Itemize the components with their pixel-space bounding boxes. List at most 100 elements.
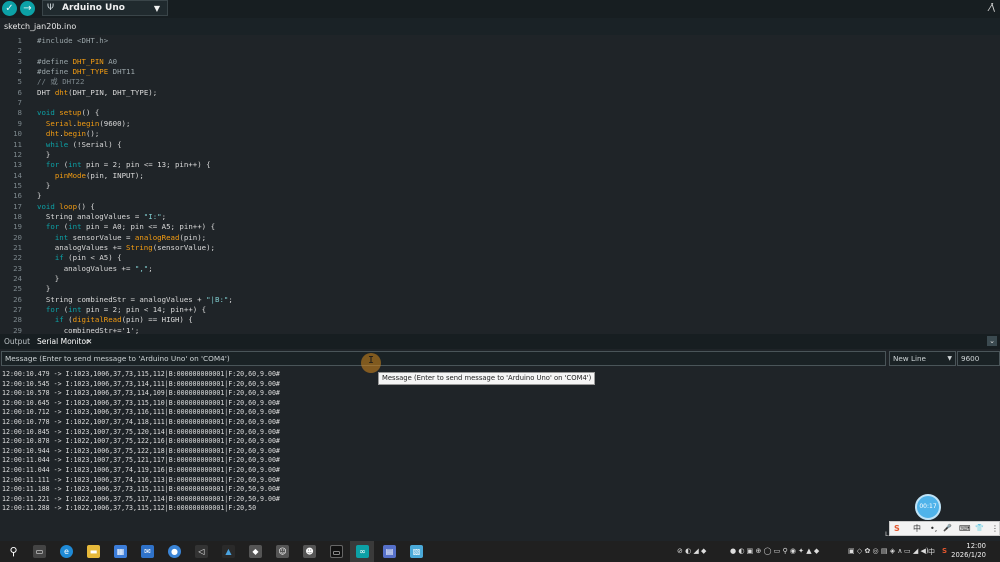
serial-message-input[interactable]: Message (Enter to send message to 'Ardui…: [1, 351, 886, 366]
code-token: (: [59, 160, 69, 170]
code-token: String analogValues =: [37, 211, 144, 221]
keyboard-icon[interactable]: ⌨: [959, 522, 971, 535]
mail-icon[interactable]: ✉: [141, 545, 154, 558]
line-number: 22: [13, 253, 22, 263]
chevron-double-down-icon[interactable]: ⌄: [987, 336, 997, 346]
line-ending-select[interactable]: New Line ▼: [889, 351, 956, 366]
usb-icon: Ψ: [47, 3, 55, 13]
code-text: int sensorValue = analogRead(pin);: [37, 233, 206, 243]
vscode-icon[interactable]: ◁: [195, 545, 208, 558]
code-token: "I:": [143, 211, 162, 221]
verify-button[interactable]: ✓: [2, 1, 17, 16]
line-number: 12: [13, 149, 22, 159]
code-text: }: [37, 274, 59, 284]
app-icon-paper[interactable]: ▧: [410, 545, 423, 558]
store-icon[interactable]: ▦: [114, 545, 127, 558]
line-number: 23: [13, 263, 22, 273]
code-token: loop: [59, 201, 78, 211]
line-number: 11: [13, 139, 22, 149]
serial-output-line: 12:00:10.545 -> I:1023,1006,37,73,114,11…: [2, 379, 280, 388]
sogou-tray-icon[interactable]: S: [942, 547, 947, 555]
input-language[interactable]: 中: [928, 547, 935, 557]
code-token: }: [37, 284, 51, 294]
line-number: 25: [13, 284, 22, 294]
tray-icons[interactable]: ⊘ ◐ ◢ ◆: [677, 547, 706, 555]
code-token: dht: [54, 87, 69, 97]
serial-output-line: 12:00:10.712 -> I:1023,1006,37,73,116,11…: [2, 408, 280, 417]
code-token: begin: [77, 118, 100, 128]
skin-icon[interactable]: 👕: [975, 522, 984, 535]
search-icon[interactable]: ⚲: [7, 545, 20, 558]
tab-output[interactable]: Output: [4, 334, 30, 349]
code-token: DHT11: [108, 67, 135, 77]
system-tray[interactable]: ▭ ◢ ◀): [904, 547, 929, 555]
chevron-down-icon: ▼: [947, 355, 952, 362]
code-editor[interactable]: 1 #include <DHT.h> 2 3 #define DHT_PIN A0 4 #d…: [0, 35, 1000, 334]
arduino-icon[interactable]: ∞: [356, 545, 369, 558]
code-text: combinedStr+='1';: [37, 326, 140, 334]
code-token: }: [37, 274, 60, 284]
code-token: DHT: [37, 87, 55, 97]
tray-icons-2[interactable]: ● ◐ ▣ ⊕ ◯ ▭ ⚲ ◉ ✦ ▲ ◆: [730, 547, 819, 555]
code-token: int: [68, 222, 82, 232]
browser-icon[interactable]: ●: [168, 545, 181, 558]
line-number: 6: [17, 87, 22, 97]
code-token: int: [68, 160, 82, 170]
task-view-icon[interactable]: ▭: [33, 545, 46, 558]
serial-output-line: 12:00:11.044 -> I:1023,1006,37,74,119,11…: [2, 466, 280, 474]
line-number: 7: [17, 98, 22, 108]
line-ending-value: New Line: [893, 354, 926, 363]
code-token: // 或 DHT22: [37, 77, 85, 87]
ime-toolbar: S 中 •, 🎤 ⌨ 👕 ⋮⋮: [889, 521, 1000, 536]
baud-rate-select[interactable]: 9600 baud: [957, 351, 1000, 376]
grid-menu-icon[interactable]: ⋮⋮: [991, 522, 1000, 535]
line-number: 26: [13, 294, 22, 304]
line-number: 15: [13, 180, 22, 190]
tab-serial-monitor[interactable]: Serial Monitor: [37, 334, 89, 349]
app-icon-drop[interactable]: ▲: [222, 545, 235, 558]
sogou-icon[interactable]: S: [894, 522, 900, 535]
floating-timer-bubble[interactable]: 00:17: [915, 494, 941, 520]
app-icon-cube[interactable]: ◆: [249, 545, 262, 558]
code-text: if (digitalRead(pin) == HIGH) {: [37, 315, 193, 325]
line-number: 20: [13, 232, 22, 242]
serial-plotter-button[interactable]: ⁄\: [989, 1, 995, 14]
tray-icons-3[interactable]: ▣ ◇ ✿ ◎ ▤ ◈ ∧: [848, 547, 902, 555]
code-text: if (pin < A5) {: [37, 253, 122, 263]
file-explorer-icon[interactable]: ▬: [87, 545, 100, 558]
code-token: analogRead: [134, 232, 180, 242]
line-number: 19: [13, 222, 22, 232]
ime-mode[interactable]: 中: [913, 522, 921, 535]
app-icon-face[interactable]: ☺: [276, 545, 289, 558]
code-token: for: [45, 222, 60, 232]
upload-button[interactable]: →: [20, 1, 35, 16]
serial-output-line: 12:00:11.288 -> I:1022,1006,37,73,115,11…: [2, 504, 257, 513]
tooltip: Message (Enter to send message to 'Ardui…: [378, 372, 596, 385]
code-token: (sensorValue);: [152, 243, 215, 252]
board-selector[interactable]: Ψ Arduino Uno ▼: [42, 0, 168, 16]
code-token: #include <DHT.h>: [37, 36, 109, 45]
app-icon-mask[interactable]: ☻: [303, 545, 316, 558]
system-clock[interactable]: 12:00 2026/1/20: [951, 542, 986, 560]
code-token: String: [126, 243, 153, 252]
code-text: for (int pin = 2; pin <= 13; pin++) {: [37, 160, 211, 170]
close-icon[interactable]: ✕: [86, 334, 92, 349]
serial-output-line: 12:00:10.645 -> I:1023,1006,37,73,115,11…: [2, 398, 280, 407]
edge-icon[interactable]: e: [60, 545, 73, 558]
panel-tab-bar: Output Serial Monitor ✕ ⌄: [0, 334, 1000, 349]
chevron-down-icon: ▼: [153, 4, 160, 13]
code-token: ",": [134, 263, 149, 273]
remote-desktop-icon[interactable]: ▤: [383, 545, 396, 558]
code-text: while (!Serial) {: [37, 140, 122, 150]
terminal-icon[interactable]: ▭: [330, 545, 343, 558]
code-token: digitalRead: [72, 315, 122, 325]
microphone-icon[interactable]: 🎤: [943, 522, 952, 535]
punctuation-icon[interactable]: •,: [930, 522, 937, 535]
code-token: while: [45, 139, 69, 149]
file-tab[interactable]: sketch_jan20b.ino: [0, 18, 81, 35]
